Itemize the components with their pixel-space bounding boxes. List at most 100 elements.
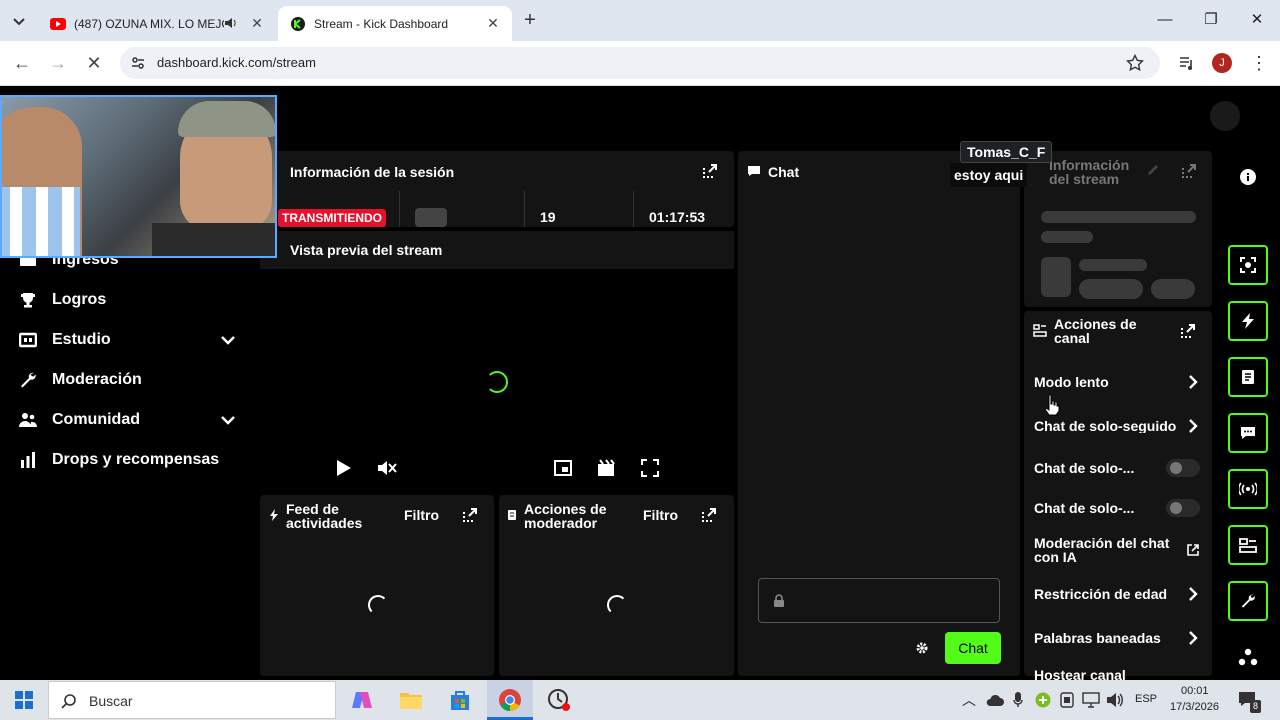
- popout-icon[interactable]: [462, 507, 478, 523]
- chevron-right-icon[interactable]: [1186, 586, 1200, 602]
- action-ai-moderation[interactable]: Moderación del chat: [1034, 536, 1169, 550]
- rail-button-channel-actions[interactable]: [1228, 525, 1268, 565]
- stop-loading-button[interactable]: ✕: [82, 51, 106, 75]
- theater-mode-icon[interactable]: [597, 459, 615, 477]
- gear-icon[interactable]: [915, 641, 929, 655]
- chevron-right-icon[interactable]: [1186, 630, 1200, 646]
- new-tab-button[interactable]: +: [520, 10, 540, 30]
- cloud-icon[interactable]: [986, 693, 1004, 707]
- copilot-icon[interactable]: [350, 688, 374, 712]
- action-emotes-only: Chat de solo-...: [1034, 500, 1135, 516]
- sidebar-item-comunidad[interactable]: Comunidad: [18, 408, 140, 432]
- network-icon[interactable]: [1082, 692, 1100, 708]
- viewer-name-tooltip: Tomas_C_F: [960, 141, 1053, 163]
- chevron-down-icon[interactable]: [218, 330, 238, 350]
- moderator-actions-panel: Acciones de moderador Filtro: [499, 495, 734, 676]
- popout-icon[interactable]: [1180, 323, 1196, 339]
- action-ai-moderation-line2[interactable]: con IA: [1034, 550, 1077, 564]
- emotes-only-toggle[interactable]: [1166, 499, 1200, 517]
- sidebar-item-drops[interactable]: Drops y recompensas: [18, 448, 219, 472]
- rail-button-camera[interactable]: [1228, 245, 1268, 285]
- taskbar-search-box[interactable]: Buscar: [48, 681, 336, 719]
- chevron-down-icon[interactable]: [218, 410, 238, 430]
- restore-button[interactable]: ❐: [1188, 8, 1234, 32]
- mute-icon[interactable]: [377, 459, 397, 477]
- action-slow-mode[interactable]: Modo lento: [1034, 375, 1109, 389]
- browser-menu-icon[interactable]: ⋮: [1250, 53, 1268, 73]
- minimize-button[interactable]: —: [1142, 8, 1188, 32]
- site-info-icon[interactable]: [130, 55, 146, 71]
- popout-icon[interactable]: [1181, 163, 1197, 179]
- filter-button[interactable]: Filtro: [404, 508, 439, 522]
- profile-avatar[interactable]: J: [1212, 53, 1232, 73]
- skeleton-placeholder: [1041, 211, 1196, 223]
- tab-kick-dashboard[interactable]: Stream - Kick Dashboard ✕: [278, 6, 512, 41]
- popout-icon[interactable]: [701, 507, 717, 523]
- file-explorer-icon[interactable]: [399, 688, 423, 712]
- chat-icon: [748, 166, 760, 176]
- filter-button[interactable]: Filtro: [643, 508, 678, 522]
- screen-recorder-icon[interactable]: [547, 688, 571, 712]
- action-age-restriction[interactable]: Restricción de edad: [1034, 587, 1167, 601]
- rail-button-lightning[interactable]: [1228, 301, 1268, 341]
- studio-icon: [18, 330, 38, 350]
- media-control-icon[interactable]: [1178, 54, 1196, 72]
- chrome-taskbar-button[interactable]: [487, 680, 533, 720]
- skeleton-placeholder: [1151, 279, 1195, 299]
- rail-button-chat[interactable]: [1228, 413, 1268, 453]
- divider: [399, 191, 400, 227]
- edit-icon[interactable]: [1146, 163, 1160, 177]
- rail-button-broadcast[interactable]: [1228, 469, 1268, 509]
- chevron-right-icon[interactable]: [1186, 418, 1200, 434]
- device-icon[interactable]: [1060, 692, 1074, 708]
- chevron-right-icon[interactable]: [1186, 374, 1200, 390]
- microsoft-store-icon[interactable]: [448, 688, 472, 712]
- windows-start-icon[interactable]: [15, 691, 33, 709]
- tab-youtube[interactable]: (487) OZUNA MIX. LO MEJO ✕: [38, 6, 276, 41]
- volume-icon[interactable]: [1106, 692, 1124, 708]
- subscribers-only-toggle[interactable]: [1166, 459, 1200, 477]
- action-host-channel[interactable]: Hostear canal: [1034, 668, 1126, 680]
- info-icon[interactable]: [1240, 169, 1256, 185]
- clock-time[interactable]: 00:01: [1181, 685, 1209, 697]
- lightning-icon: [1242, 313, 1254, 329]
- fullscreen-icon[interactable]: [641, 459, 659, 477]
- play-icon[interactable]: [334, 459, 352, 477]
- tab-title: (487) OZUNA MIX. LO MEJO: [74, 16, 224, 31]
- popout-icon[interactable]: [702, 163, 718, 179]
- panel-title: del stream: [1049, 171, 1120, 187]
- sidebar-item-estudio[interactable]: Estudio: [18, 328, 111, 352]
- close-window-button[interactable]: ✕: [1234, 8, 1280, 32]
- panel-title: Feed de: [286, 501, 339, 517]
- close-tab-icon[interactable]: ✕: [484, 14, 502, 32]
- address-bar[interactable]: dashboard.kick.com/stream: [120, 47, 1160, 79]
- microphone-icon[interactable]: [1013, 692, 1023, 708]
- bookmark-star-icon[interactable]: [1126, 54, 1144, 72]
- close-tab-icon[interactable]: ✕: [248, 14, 266, 32]
- show-hidden-icons-icon[interactable]: ︿: [962, 690, 976, 710]
- chat-input[interactable]: [758, 578, 1000, 623]
- tab-search-button[interactable]: [8, 10, 30, 32]
- clock-date[interactable]: 17/3/2026: [1170, 701, 1219, 713]
- action-followers-only[interactable]: Chat de solo-seguido: [1034, 419, 1178, 433]
- panel-title: Vista previa del stream: [290, 242, 443, 258]
- chevron-down-icon: [13, 18, 25, 26]
- rail-button-notes[interactable]: [1228, 357, 1268, 397]
- sidebar-item-moderacion[interactable]: Moderación: [18, 368, 142, 392]
- action-banned-words[interactable]: Palabras baneadas: [1034, 631, 1161, 645]
- picture-in-picture-icon[interactable]: [554, 459, 572, 477]
- loading-spinner: [486, 371, 508, 393]
- external-link-icon[interactable]: [1186, 543, 1200, 557]
- add-widget-icon[interactable]: [1238, 647, 1258, 667]
- panel-title: moderador: [524, 515, 598, 531]
- vpn-icon[interactable]: [1035, 692, 1051, 708]
- forward-button[interactable]: →: [46, 51, 70, 75]
- chat-send-button[interactable]: Chat: [945, 632, 1001, 664]
- back-button[interactable]: ←: [10, 51, 34, 75]
- user-avatar[interactable]: [1210, 101, 1240, 131]
- rail-button-moderation[interactable]: [1228, 581, 1268, 621]
- url-text: dashboard.kick.com/stream: [157, 55, 316, 70]
- language-indicator[interactable]: ESP: [1135, 693, 1157, 705]
- sidebar-item-logros[interactable]: Logros: [18, 288, 106, 312]
- speaker-icon[interactable]: [224, 16, 238, 30]
